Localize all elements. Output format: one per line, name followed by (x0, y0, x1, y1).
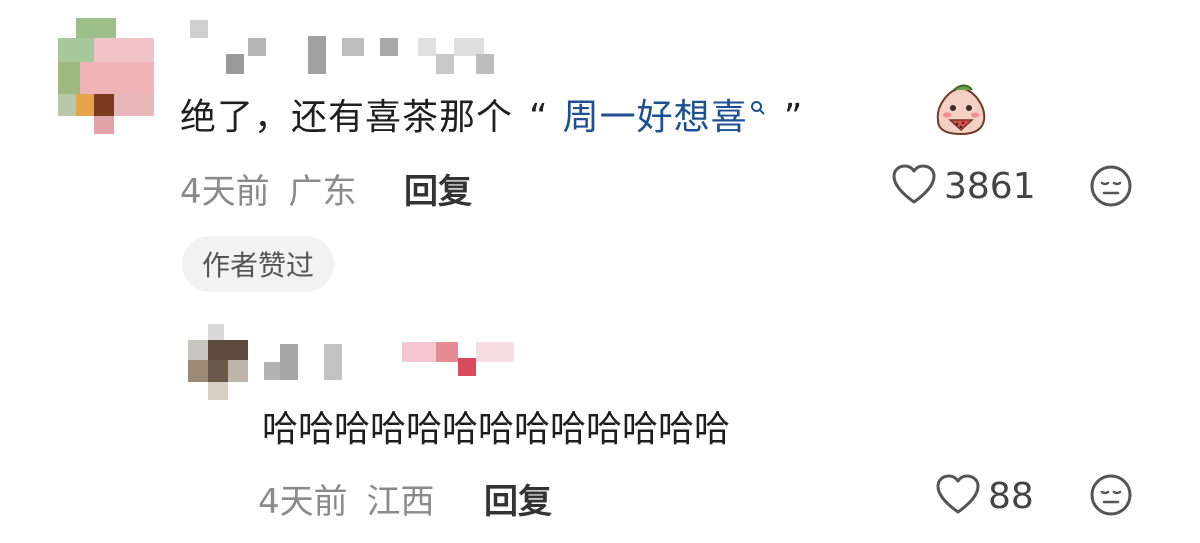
comment-date: 4天前 (180, 172, 270, 212)
comment-text: 绝了，还有喜茶那个 “ 周一好想喜 ” (180, 88, 803, 140)
quote-open: “ (529, 97, 549, 138)
comment-reply-button[interactable]: 回复 (404, 164, 472, 213)
quote-close: ” (783, 97, 804, 138)
heart-outline-icon[interactable] (890, 162, 938, 210)
reply-location: 江西 (366, 482, 435, 522)
avatar-reply[interactable] (188, 324, 248, 400)
search-link[interactable]: 周一好想喜 (563, 97, 766, 138)
reply-meta: 4天前 江西 (258, 474, 434, 523)
comment-meta: 4天前 广东 (180, 164, 356, 213)
comment-location: 广东 (288, 172, 357, 212)
heart-outline-icon[interactable] (934, 472, 982, 520)
reply-text: 哈哈哈哈哈哈哈哈哈哈哈哈哈 (262, 409, 731, 450)
peach-sticker-icon (934, 84, 988, 136)
neutral-face-icon[interactable] (1088, 472, 1134, 522)
avatar-comment[interactable] (58, 18, 154, 134)
username-comment[interactable] (190, 18, 500, 78)
reply-like-count: 88 (988, 475, 1034, 517)
comment-like-button[interactable]: 3861 (890, 162, 1036, 210)
username-reply[interactable] (262, 338, 522, 384)
author-liked-badge: 作者赞过 (182, 236, 335, 292)
search-link-label[interactable]: 周一好想喜 (563, 97, 748, 138)
reply-date: 4天前 (258, 482, 348, 522)
neutral-face-icon[interactable] (1088, 163, 1134, 213)
comment-text-main: 绝了，还有喜茶那个 (180, 97, 514, 138)
reply-reply-button[interactable]: 回复 (484, 474, 552, 523)
search-icon[interactable] (750, 100, 766, 121)
comment-like-count: 3861 (944, 165, 1036, 207)
reply-like-button[interactable]: 88 (934, 472, 1034, 520)
